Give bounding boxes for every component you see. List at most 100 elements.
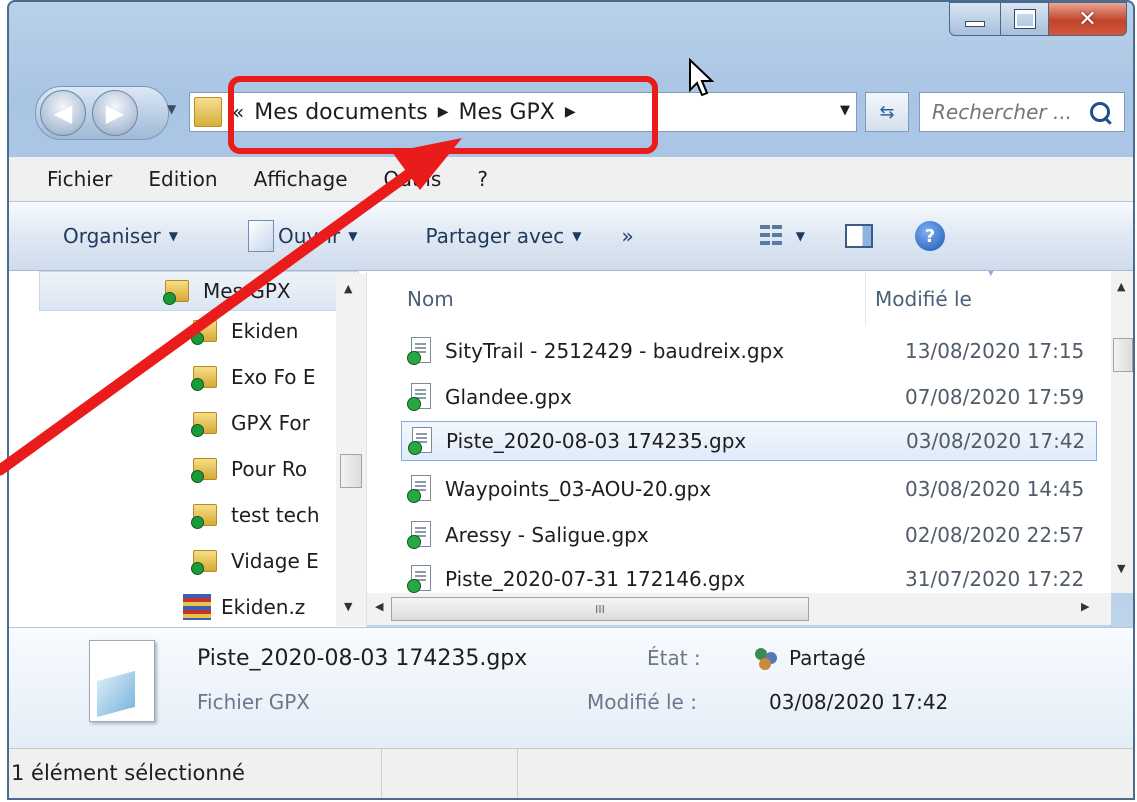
nav-item-label: Pour Ro xyxy=(231,457,308,481)
views-icon xyxy=(759,225,782,247)
file-row[interactable]: Glandee.gpx 07/08/2020 17:59 xyxy=(401,377,1097,417)
nav-item-label: Mes GPX xyxy=(203,279,291,303)
search-icon[interactable] xyxy=(1090,102,1110,122)
status-bar: 1 élément sélectionné xyxy=(9,748,1133,798)
chevron-down-icon: ▼ xyxy=(572,229,582,243)
navigation-pane: Mes GPX Ekiden Exo Fo E GPX For Pour Ro … xyxy=(9,271,367,627)
gpx-folder-icon xyxy=(191,548,217,575)
command-bar: Organiser ▼ Ouvrir ▼ Partager avec ▼ » ▼ ? xyxy=(9,202,1133,271)
nav-item-label: GPX For xyxy=(231,411,310,435)
address-dropdown-icon[interactable]: ▼ xyxy=(840,103,850,118)
search-input[interactable] xyxy=(930,99,1084,125)
file-modified: 03/08/2020 17:42 xyxy=(906,429,1086,453)
close-icon: ✕ xyxy=(1078,6,1097,32)
folder-icon xyxy=(194,97,222,127)
navigation-pane-scroll-thumb[interactable] xyxy=(340,454,362,488)
minimize-icon xyxy=(965,21,985,27)
nav-item-label: Ekiden.z xyxy=(221,595,306,619)
document-icon xyxy=(247,220,274,252)
gpx-folder-icon xyxy=(191,502,217,529)
file-list: Nom Modifié le ▼ SityTrail - 2512429 - b… xyxy=(367,271,1111,593)
maximize-icon xyxy=(1013,9,1036,29)
file-list-horizontal-thumb[interactable]: III xyxy=(391,597,809,621)
preview-pane-icon xyxy=(844,224,873,248)
gpx-folder-icon xyxy=(163,278,189,305)
details-pane: Piste_2020-08-03 174235.gpx Fichier GPX … xyxy=(9,627,1133,748)
share-button[interactable]: Partager avec ▼ xyxy=(425,224,581,248)
nav-item-label: Vidage E xyxy=(231,549,319,573)
file-row[interactable]: Piste_2020-07-31 172146.gpx 31/07/2020 1… xyxy=(401,559,1097,593)
scroll-up-icon[interactable]: ▲ xyxy=(344,282,352,295)
menu-edition[interactable]: Edition xyxy=(148,167,217,191)
file-name: Piste_2020-08-03 174235.gpx xyxy=(446,429,747,453)
open-label: Ouvrir xyxy=(277,224,341,248)
navigation-pane-scrollbar[interactable] xyxy=(336,274,366,626)
file-modified: 31/07/2020 17:22 xyxy=(905,567,1085,591)
nav-item-gpx-for[interactable]: GPX For xyxy=(191,403,310,443)
menu-help[interactable]: ? xyxy=(477,167,488,191)
column-divider[interactable] xyxy=(865,271,866,325)
zip-archive-icon xyxy=(183,594,211,620)
file-row[interactable]: Waypoints_03-AOU-20.gpx 03/08/2020 14:45 xyxy=(401,469,1097,509)
file-name: SityTrail - 2512429 - baudreix.gpx xyxy=(445,339,785,363)
help-button[interactable]: ? xyxy=(914,221,945,251)
column-modified-header[interactable]: Modifié le xyxy=(875,287,972,311)
menu-fichier[interactable]: Fichier xyxy=(47,167,112,191)
chevron-down-icon: ▼ xyxy=(348,229,358,243)
back-button[interactable]: ◀ xyxy=(40,90,86,136)
scroll-down-icon[interactable]: ▼ xyxy=(1117,562,1125,575)
file-list-vertical-scrollbar[interactable] xyxy=(1111,271,1133,593)
caption-buttons: ✕ xyxy=(949,2,1127,36)
recent-pages-dropdown-icon[interactable]: ▼ xyxy=(167,102,176,116)
preview-pane-button[interactable] xyxy=(844,224,873,248)
nav-item-test-tech[interactable]: test tech xyxy=(191,495,320,535)
scroll-right-icon[interactable]: ▶ xyxy=(1081,600,1089,613)
back-arrow-icon: ◀ xyxy=(53,99,73,127)
shared-users-icon xyxy=(753,646,781,670)
nav-item-label: Exo Fo E xyxy=(231,365,316,389)
nav-item-label: test tech xyxy=(231,503,320,527)
refresh-button[interactable]: ⇆ xyxy=(865,92,909,132)
organize-button[interactable]: Organiser ▼ xyxy=(63,224,178,248)
gpx-folder-icon xyxy=(191,410,217,437)
scroll-down-icon[interactable]: ▼ xyxy=(344,600,352,613)
nav-item-exo[interactable]: Exo Fo E xyxy=(191,357,315,397)
details-modified-label: Modifié le : xyxy=(587,690,697,714)
help-icon: ? xyxy=(914,221,945,251)
file-modified: 02/08/2020 22:57 xyxy=(905,523,1085,547)
menu-affichage[interactable]: Affichage xyxy=(254,167,348,191)
nav-item-pour-ro[interactable]: Pour Ro xyxy=(191,449,307,489)
gpx-file-icon xyxy=(407,337,431,365)
refresh-icon: ⇆ xyxy=(879,101,895,123)
open-button[interactable]: Ouvrir ▼ xyxy=(247,220,358,252)
scroll-up-icon[interactable]: ▲ xyxy=(1117,280,1125,293)
annotation-highlight-box xyxy=(228,76,658,154)
menu-outils[interactable]: Outils xyxy=(384,167,442,191)
file-list-scroll-thumb[interactable] xyxy=(1113,338,1133,372)
file-row[interactable]: SityTrail - 2512429 - baudreix.gpx 13/08… xyxy=(401,331,1097,371)
column-name-header[interactable]: Nom xyxy=(407,287,454,311)
nav-item-ekiden[interactable]: Ekiden xyxy=(191,311,298,351)
close-button[interactable]: ✕ xyxy=(1049,2,1127,36)
column-header: Nom Modifié le ▼ xyxy=(367,271,1111,325)
file-name: Aressy - Saligue.gpx xyxy=(445,523,649,547)
nav-item-mes-gpx[interactable]: Mes GPX xyxy=(163,271,291,311)
gpx-folder-icon xyxy=(191,456,217,483)
back-forward-group: ◀ ▶ xyxy=(35,86,169,140)
more-label: » xyxy=(621,224,634,248)
menu-bar: Fichier Edition Affichage Outils ? xyxy=(9,157,1133,201)
gpx-file-icon xyxy=(407,565,431,593)
change-view-button[interactable]: ▼ xyxy=(759,225,805,247)
file-row[interactable]: Aressy - Saligue.gpx 02/08/2020 22:57 xyxy=(401,515,1097,555)
maximize-button[interactable] xyxy=(1001,2,1049,36)
share-label: Partager avec xyxy=(425,224,565,248)
search-box[interactable] xyxy=(919,92,1125,132)
forward-button[interactable]: ▶ xyxy=(92,90,138,136)
more-commands-button[interactable]: » xyxy=(621,224,633,248)
nav-item-ekiden-zip[interactable]: Ekiden.z xyxy=(183,587,305,627)
file-row-selected[interactable]: Piste_2020-08-03 174235.gpx 03/08/2020 1… xyxy=(401,421,1097,461)
nav-item-vidage[interactable]: Vidage E xyxy=(191,541,319,581)
minimize-button[interactable] xyxy=(949,2,1001,36)
scroll-left-icon[interactable]: ◀ xyxy=(375,600,383,613)
gpx-file-icon xyxy=(408,427,432,455)
